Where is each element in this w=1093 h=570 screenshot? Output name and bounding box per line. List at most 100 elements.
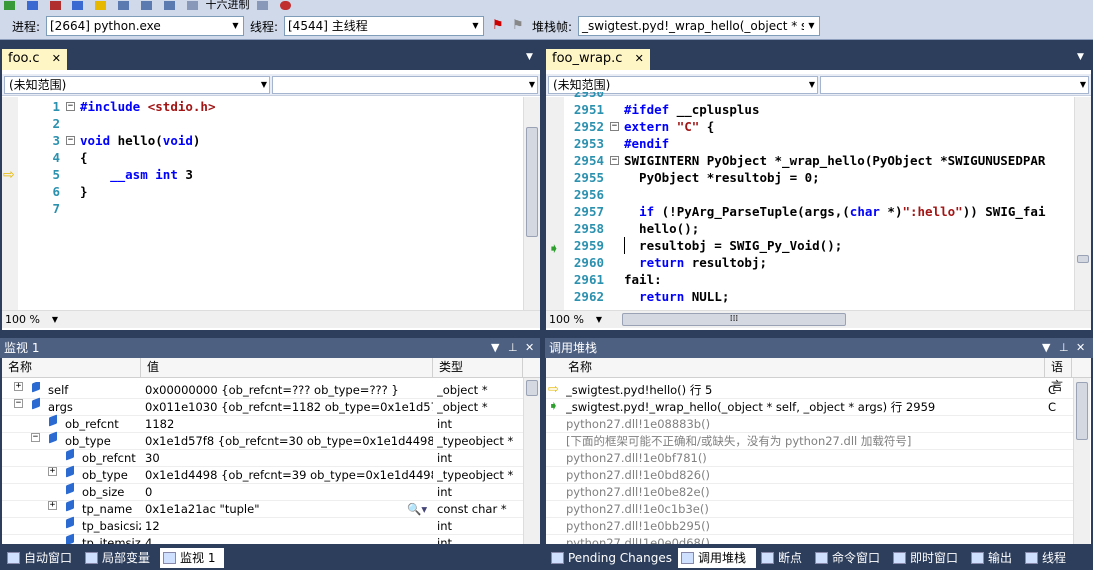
tab-pending-changes[interactable]: Pending Changes [548,548,672,568]
col-type[interactable]: 类型 [433,358,523,377]
close-icon[interactable]: ✕ [1076,338,1085,358]
tab-foo-wrap-c[interactable]: foo_wrap.c ✕ [546,49,650,70]
tab-command-window[interactable]: 命令窗口 [812,548,880,568]
tab-autos[interactable]: 自动窗口 [4,548,72,568]
watch-value[interactable]: 0x00000000 {ob_refcnt=??? ob_type=??? } [145,382,433,398]
code-line[interactable]: if (!PyArg_ParseTuple(args,(char *)":hel… [624,203,1045,220]
collapse-icon[interactable]: − [14,399,23,408]
tab-locals[interactable]: 局部变量 [82,548,150,568]
table-row[interactable]: + tp_name 0x1e1a21ac "tuple" 🔍▾ const char * [2,499,523,518]
code-line[interactable]: resultobj = SWIG_Py_Void(); [624,237,842,254]
expand-icon[interactable]: + [48,467,57,476]
table-row[interactable]: tp_itemsize 4 int [2,533,523,544]
magnifier-icon[interactable]: 🔍▾ [407,501,431,517]
code-line[interactable]: return resultobj; [624,254,767,271]
code-line[interactable]: __asm int 3 [80,166,193,183]
step-over-icon[interactable] [140,1,152,10]
table-row[interactable]: tp_basicsize 12 int [2,516,523,535]
collapse-icon[interactable]: − [31,433,40,442]
thread-combo[interactable]: [4544] 主线程 ▼ [284,16,484,36]
code-line[interactable]: extern "C" { [624,118,714,135]
code-line[interactable]: return NULL; [624,288,729,305]
expand-icon[interactable]: + [14,382,23,391]
chevron-down-icon[interactable]: ▼ [1077,52,1084,62]
watch-value[interactable]: 0x1e1d4498 {ob_refcnt=39 ob_type=0x1e1d4… [145,467,433,483]
chevron-down-icon[interactable]: ▼ [468,17,483,35]
col-name[interactable]: 名称 [562,358,1045,377]
tab-watch1[interactable]: 监视 1 [160,548,224,568]
code-line[interactable]: fail: [624,271,662,288]
close-icon[interactable]: ✕ [635,52,644,65]
table-row[interactable]: ob_refcnt 30 int [2,448,523,467]
step-into-icon[interactable] [118,1,130,10]
callstack-vertical-scrollbar[interactable] [1073,378,1090,544]
table-row[interactable]: − ob_type 0x1e1d57f8 {ob_refcnt=30 ob_type… [2,431,523,450]
table-row[interactable]: [下面的框架可能不正确和/或缺失，没有为 python27.dll 加载符号] [546,433,1073,450]
code-line[interactable]: #endif [624,135,669,152]
tab-foo-c[interactable]: foo.c ✕ [2,49,67,70]
zoom-combo[interactable]: 100 % ▼ [546,312,604,328]
hex-display-label[interactable]: 十六进制 [205,0,249,11]
table-row[interactable]: python27.dll!1e0bf781() [546,450,1073,467]
scope-dropdown[interactable]: (未知范围) ▼ [4,76,270,94]
indicator-margin[interactable] [2,97,18,310]
watch-value[interactable]: 0x011e1030 {ob_refcnt=1182 ob_type=0x1e1… [145,399,433,415]
table-row[interactable]: python27.dll!1e0be82e() [546,484,1073,501]
table-row[interactable]: python27.dll!1e08883b() [546,416,1073,433]
watch-value[interactable]: 0 [145,484,433,500]
chevron-down-icon[interactable]: ▼ [526,52,533,62]
tab-breakpoints[interactable]: 断点 [758,548,802,568]
hex-display-icon[interactable] [186,1,198,10]
tab-threads[interactable]: 线程 [1022,548,1066,568]
expand-icon[interactable]: + [48,501,57,510]
code-line[interactable]: hello(); [624,220,699,237]
col-language[interactable]: 语言 [1045,358,1072,393]
collapse-icon[interactable]: − [610,122,619,131]
flag-all-icon[interactable]: ⚑ [512,18,524,33]
watch-value[interactable]: 0x1e1d57f8 {ob_refcnt=30 ob_type=0x1e1d4… [145,433,433,449]
flag-icon[interactable]: ⚑ [492,18,504,33]
threads-icon[interactable] [257,1,269,10]
close-icon[interactable]: ✕ [52,52,61,65]
table-row[interactable]: ob_refcnt 1182 int [2,414,523,433]
code-line[interactable]: SWIGINTERN PyObject *_wrap_hello(PyObjec… [624,152,1045,169]
left-vertical-scrollbar[interactable] [523,97,540,310]
watch-value[interactable]: 4 [145,535,433,544]
chevron-down-icon[interactable]: ▼ [52,312,58,328]
left-code-area[interactable]: 1− #include <stdio.h> 2 3− void hello(void) 4… [18,98,524,310]
restart-icon[interactable] [72,1,84,10]
pin-icon[interactable]: ⊥ [508,338,518,358]
watch-value[interactable]: 0x1e1a21ac "tuple" [145,501,433,517]
table-row[interactable]: + ob_type 0x1e1d4498 {ob_refcnt=39 ob_type… [2,465,523,484]
chevron-down-icon[interactable]: ▼ [228,17,243,35]
breakpoint-icon[interactable] [280,1,292,10]
code-line[interactable]: #ifdef __cplusplus [624,101,759,118]
right-code-area[interactable]: 2950 2951 #ifdef __cplusplus 2952− extern "C… [564,92,1074,310]
right-vertical-scrollbar[interactable] [1074,97,1091,310]
table-row[interactable]: python27.dll!1e0bb295() [546,518,1073,535]
code-line[interactable]: { [80,149,88,166]
scroll-thumb[interactable] [526,380,538,396]
chevron-down-icon[interactable]: ▼ [1042,338,1050,358]
chevron-down-icon[interactable]: ▼ [809,77,815,93]
stop-icon[interactable] [49,1,61,10]
chevron-down-icon[interactable]: ▼ [596,312,602,328]
code-line[interactable]: #include <stdio.h> [80,98,215,115]
scroll-thumb[interactable] [1076,382,1088,440]
tab-output[interactable]: 输出 [968,548,1012,568]
code-line[interactable]: } [80,183,88,200]
indicator-margin[interactable] [546,97,564,310]
chevron-down-icon[interactable]: ▼ [804,17,819,35]
watch-vertical-scrollbar[interactable] [523,378,540,544]
table-row[interactable]: python27.dll!1e0e0d68() [546,535,1073,544]
process-combo[interactable]: [2664] python.exe ▼ [46,16,244,36]
pause-icon[interactable] [26,1,38,10]
show-next-statement-icon[interactable] [95,1,107,10]
stack-frame-combo[interactable]: _swigtest.pyd!_wrap_hello(_object * se ▼ [578,16,820,36]
horizontal-scroll-thumb[interactable]: ⁞⁞⁞ [622,313,846,326]
continue-icon[interactable] [4,1,15,10]
member-dropdown[interactable]: ▼ [272,76,538,94]
watch-value[interactable]: 30 [145,450,433,466]
chevron-down-icon[interactable]: ▼ [261,77,267,93]
col-name[interactable]: 名称 [2,358,141,377]
